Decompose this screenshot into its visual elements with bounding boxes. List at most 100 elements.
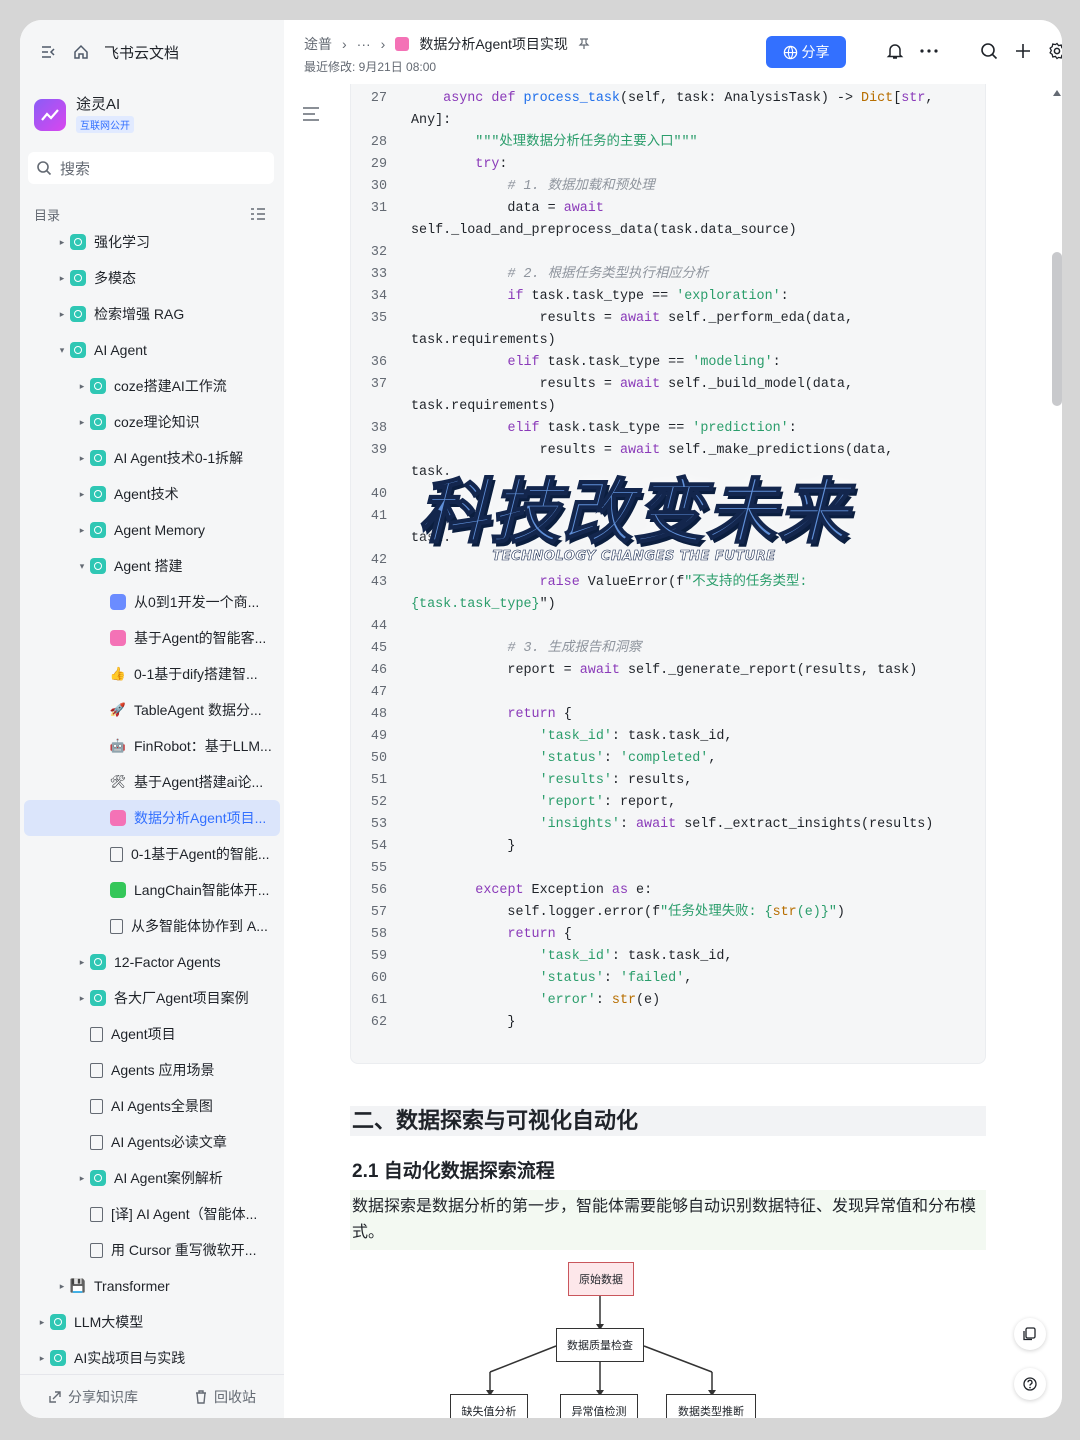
sidebar-tree-item[interactable]: ▾ AI Agent — [24, 332, 280, 368]
sidebar-tree-item[interactable]: ▾ Agent 搭建 — [24, 548, 280, 584]
line-number: 49 — [370, 729, 387, 744]
sidebar-tree-item[interactable]: ▸ 各大厂Agent项目案例 — [24, 980, 280, 1016]
caret-right-icon[interactable]: ▸ — [34, 1353, 50, 1364]
breadcrumb-root[interactable]: 途普 — [304, 34, 332, 54]
caret-right-icon[interactable]: ▸ — [74, 993, 90, 1004]
sidebar-tree-item[interactable]: 0-1基于Agent的智能... — [24, 836, 280, 872]
sidebar-tree-item[interactable]: [译] AI Agent（智能体... — [24, 1196, 280, 1232]
caret-down-icon[interactable]: ▾ — [74, 561, 90, 572]
line-number: 57 — [370, 905, 387, 920]
trash-button[interactable]: 回收站 — [194, 1387, 256, 1407]
sidebar-tree-item[interactable]: 从0到1开发一个商... — [24, 584, 280, 620]
caret-right-icon[interactable]: ▸ — [74, 1173, 90, 1184]
caret-right-icon[interactable]: ▸ — [74, 489, 90, 500]
code-text: # 1. 数据加载和预处理 — [507, 179, 655, 194]
doc-node-icon — [70, 234, 86, 250]
sidebar-tree-item[interactable]: 🤖 FinRobot：基于LLM... — [24, 728, 280, 764]
plus-icon[interactable] — [1012, 40, 1034, 62]
sidebar-tree-item[interactable]: ▸ 12-Factor Agents — [24, 944, 280, 980]
sidebar-tree-item[interactable]: ▸ AI Agent技术0-1拆解 — [24, 440, 280, 476]
sidebar-tree-item[interactable]: 基于Agent的智能客... — [24, 620, 280, 656]
sidebar-tree-label: 从多智能体协作到 A... — [131, 918, 268, 934]
sidebar-tree-item[interactable]: 数据分析Agent项目... — [24, 800, 280, 836]
sidebar-tree-item[interactable]: ▸ LLM大模型 — [24, 1304, 280, 1340]
caret-right-icon[interactable]: ▸ — [74, 957, 90, 968]
code-text: elif task.task_type == 'modeling': — [507, 355, 781, 370]
line-number: 56 — [370, 883, 387, 898]
line-number: 39 — [370, 443, 387, 458]
sidebar-tree-item[interactable]: Agents 应用场景 — [24, 1052, 280, 1088]
caret-right-icon[interactable]: ▸ — [74, 381, 90, 392]
code-text: results = await self._perform_eda(data, — [411, 311, 853, 326]
sidebar-footer: 分享知识库 回收站 — [20, 1374, 284, 1418]
caret-right-icon[interactable]: ▸ — [74, 525, 90, 536]
sidebar-search[interactable]: 搜索 — [28, 152, 274, 184]
sidebar-tree-item[interactable]: ▸ coze搭建AI工作流 — [24, 368, 280, 404]
line-number: 35 — [370, 311, 387, 326]
caret-right-icon[interactable]: ▸ — [54, 309, 70, 320]
caret-right-icon[interactable]: ▸ — [54, 1281, 70, 1292]
scroll-thumb[interactable] — [1052, 252, 1062, 406]
doc-type-icon — [395, 37, 410, 51]
doc-node-icon — [90, 1170, 106, 1186]
gear-icon[interactable] — [1046, 40, 1062, 62]
help-icon[interactable] — [1014, 1368, 1046, 1400]
collapse-sidebar-icon[interactable] — [40, 43, 58, 61]
sidebar-tree-item[interactable]: ▸ 检索增强 RAG — [24, 296, 280, 332]
caret-down-icon[interactable]: ▾ — [54, 345, 70, 356]
caret-right-icon[interactable]: ▸ — [74, 417, 90, 428]
sidebar-tree-item[interactable]: 用 Cursor 重写微软开... — [24, 1232, 280, 1268]
sidebar-tree-item[interactable]: Agent项目 — [24, 1016, 280, 1052]
last-modified: 最近修改: 9月21日 08:00 — [304, 60, 437, 74]
sidebar-tree-item[interactable]: ▸ 多模态 — [24, 260, 280, 296]
caret-right-icon[interactable]: ▸ — [74, 453, 90, 464]
app-brand[interactable]: 飞书云文档 — [104, 42, 179, 63]
search-placeholder: 搜索 — [60, 160, 91, 178]
flowchart: 原始数据 数据质量检查 缺失值分析 异常值检测 数据类型推断 — [350, 1254, 986, 1418]
toc-list-icon[interactable] — [250, 207, 266, 221]
line-number: 38 — [370, 421, 387, 436]
sidebar-tree-item[interactable]: ▸ AI Agent案例解析 — [24, 1160, 280, 1196]
sidebar-tree-item[interactable]: AI Agents全景图 — [24, 1088, 280, 1124]
sidebar-tree-item[interactable]: 👍 0-1基于dify搭建智... — [24, 656, 280, 692]
caret-right-icon[interactable]: ▸ — [54, 273, 70, 284]
share-button[interactable]: 分享 — [766, 36, 846, 68]
code-text: 'status': 'completed', — [539, 751, 717, 766]
sidebar-tree-item[interactable]: ▸ Agent技术 — [24, 476, 280, 512]
code-block[interactable]: 27 async def process_task(self, task: An… — [350, 84, 986, 1064]
sidebar-tree-item[interactable]: ▸ Agent Memory — [24, 512, 280, 548]
bell-icon[interactable] — [884, 40, 906, 62]
doc-node-icon — [70, 306, 86, 322]
vertical-scrollbar[interactable] — [1050, 88, 1062, 1418]
code-text: return { — [507, 707, 572, 722]
sidebar-tree-item[interactable]: ▸ AI实战项目与实践 — [24, 1340, 280, 1376]
breadcrumb-more[interactable]: ··· — [357, 36, 371, 52]
sidebar-tree-item[interactable]: ▸ 💾 Transformer — [24, 1268, 280, 1304]
scroll-up-icon[interactable] — [1053, 90, 1061, 96]
copy-link-icon[interactable] — [1014, 1318, 1046, 1350]
share-icon — [49, 1390, 61, 1403]
more-icon[interactable] — [918, 40, 940, 62]
page-title[interactable]: 数据分析Agent项目实现 — [419, 34, 568, 54]
sidebar-tree-item[interactable]: ▸ 强化学习 — [24, 224, 280, 260]
sidebar-tree-item[interactable]: ▸ coze理论知识 — [24, 404, 280, 440]
line-number: 61 — [370, 993, 387, 1008]
share-knowledge-base-button[interactable]: 分享知识库 — [48, 1387, 138, 1407]
sidebar-tree-label: 0-1基于Agent的智能... — [131, 846, 270, 862]
breadcrumb: 途普 › ··· › 数据分析Agent项目实现 — [304, 34, 590, 54]
sidebar-tree-item[interactable]: LangChain智能体开... — [24, 872, 280, 908]
sidebar-tree-item[interactable]: 🛠 基于Agent搭建ai论... — [24, 764, 280, 800]
caret-right-icon[interactable]: ▸ — [54, 237, 70, 248]
line-number: 54 — [370, 839, 387, 854]
outline-menu-icon[interactable] — [302, 106, 320, 122]
home-icon[interactable] — [72, 43, 90, 61]
caret-right-icon[interactable]: ▸ — [34, 1317, 50, 1328]
pin-icon[interactable] — [578, 36, 590, 52]
sidebar-tree-item[interactable]: AI Agents必读文章 — [24, 1124, 280, 1160]
search-icon — [37, 161, 52, 176]
sidebar-tree-item[interactable]: 从多智能体协作到 A... — [24, 908, 280, 944]
sidebar-tree-item[interactable]: 🚀 TableAgent 数据分... — [24, 692, 280, 728]
workspace-switcher[interactable]: 途灵AI 互联网公开 — [34, 92, 274, 138]
search-icon[interactable] — [978, 40, 1000, 62]
top-bar: 途普 › ··· › 数据分析Agent项目实现 最近修改: 9月21日 08:… — [284, 20, 1062, 84]
